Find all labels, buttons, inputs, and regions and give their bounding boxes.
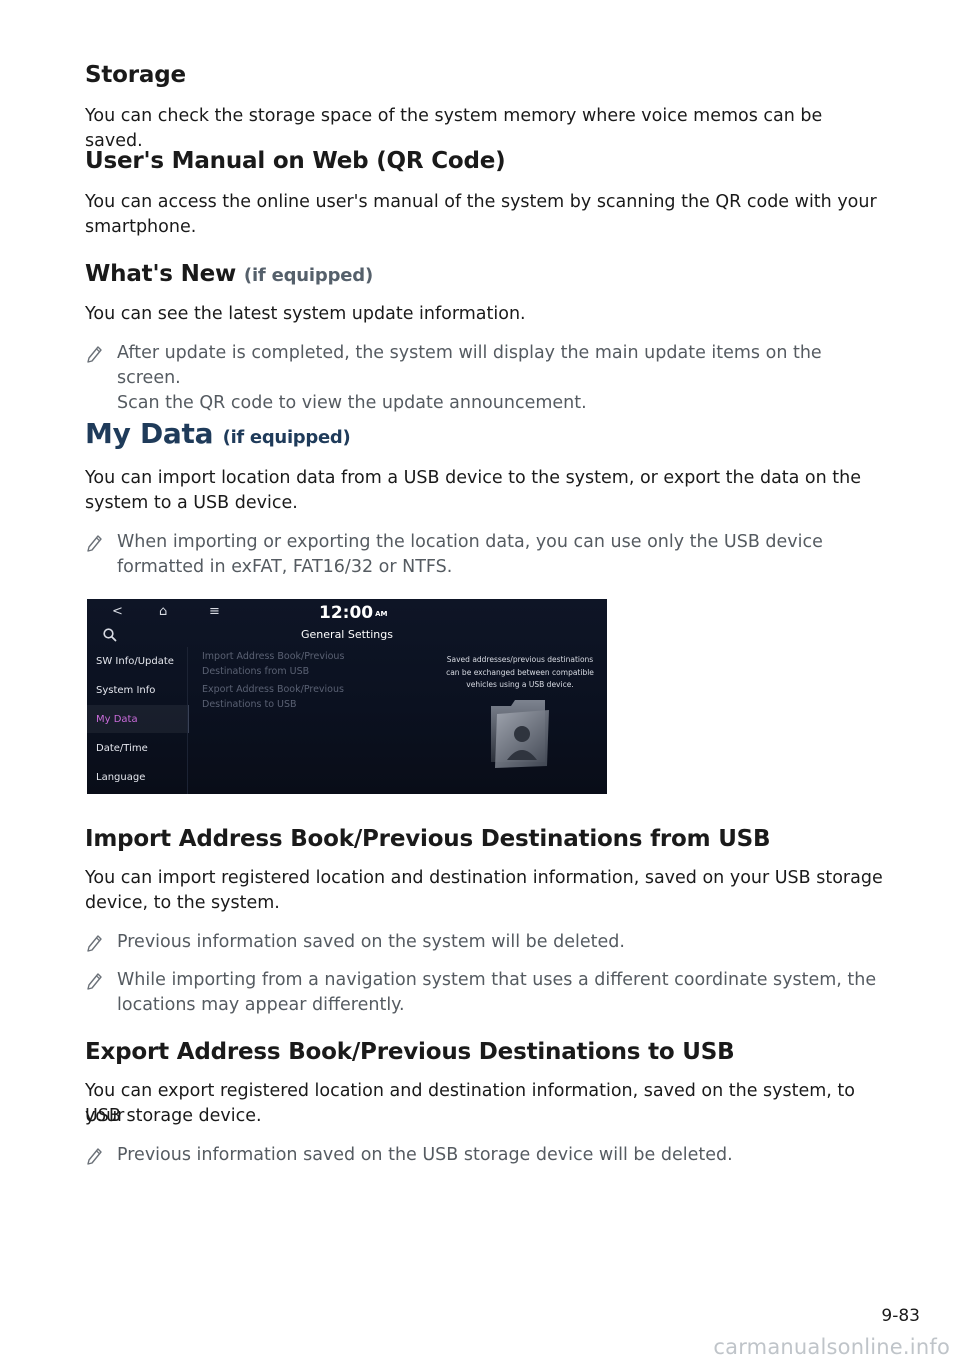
menu-import-usb[interactable]: Import Address Book/Previous Destination…: [202, 649, 344, 679]
sidebar-item-system-info[interactable]: System Info: [96, 685, 155, 696]
info-line3: vehicles using a USB device.: [466, 680, 574, 689]
pencil-note-icon: [87, 935, 102, 952]
export-usb-body-line2: USB storage device.: [85, 1106, 262, 1126]
home-icon[interactable]: ⌂: [159, 604, 167, 619]
my-data-body-line2: system to a USB device.: [85, 493, 298, 513]
export-usb-note-1-text: Previous information saved on the USB st…: [117, 1145, 733, 1165]
sidebar-divider: [187, 647, 188, 794]
whats-new-note: After update is completed, the system wi…: [85, 341, 885, 416]
whats-new-note-line2: Scan the QR code to view the update anno…: [117, 393, 587, 413]
pencil-note-icon: [87, 535, 102, 552]
my-data-heading: My Data (if equipped): [85, 417, 885, 450]
back-icon[interactable]: <: [112, 604, 123, 619]
import-usb-note-1-text: Previous information saved on the system…: [117, 932, 625, 952]
pencil-note-icon: [87, 973, 102, 990]
menu-export-line2: Destinations to USB: [202, 699, 297, 710]
menu-export-line1: Export Address Book/Previous: [202, 684, 344, 695]
info-text: Saved addresses/previous destinations ca…: [434, 654, 606, 692]
screen-top-bar: < ⌂ ≡ 12:00 AM General Settings: [87, 599, 607, 647]
manual-web-body-line2: smartphone.: [85, 217, 197, 237]
menu-export-usb[interactable]: Export Address Book/Previous Destination…: [202, 682, 344, 712]
whats-new-heading: What's New (if equipped): [85, 261, 885, 287]
manual-web-body-line1: You can access the online user's manual …: [85, 192, 877, 212]
info-line1: Saved addresses/previous destinations: [446, 655, 594, 664]
import-usb-body-line2: device, to the system.: [85, 893, 280, 913]
info-line2: can be exchanged between compatible: [446, 667, 594, 677]
clock-time: 12:00: [319, 603, 374, 623]
sidebar-item-my-data[interactable]: My Data: [96, 714, 138, 725]
menu-icon[interactable]: ≡: [209, 604, 220, 619]
import-usb-note-2-line2: locations may appear differently.: [117, 995, 405, 1015]
whats-new-optional: (if equipped): [243, 265, 373, 286]
my-data-note: When importing or exporting the location…: [85, 530, 885, 580]
sidebar-item-sw-info[interactable]: SW Info/Update: [96, 656, 174, 667]
menu-import-line1: Import Address Book/Previous: [202, 651, 345, 662]
page-number: 9-83: [881, 1306, 920, 1326]
my-data-body-line1: You can import location data from a USB …: [85, 468, 862, 488]
folder-user-icon: [491, 700, 549, 768]
export-usb-note-1: Previous information saved on the USB st…: [85, 1143, 885, 1168]
import-usb-note-1: Previous information saved on the system…: [85, 930, 885, 955]
sidebar-item-language[interactable]: Language: [96, 772, 145, 783]
export-usb-heading: Export Address Book/Previous Destination…: [85, 1039, 735, 1065]
my-data-note-line2: formatted in exFAT, FAT16/32 or NTFS.: [117, 557, 453, 577]
import-usb-body-line1: You can import registered location and d…: [85, 868, 883, 888]
storage-body: You can check the storage space of the s…: [85, 106, 823, 151]
screen-title: General Settings: [301, 628, 393, 641]
watermark: carmanualsonline.info: [713, 1335, 950, 1359]
my-data-title: My Data: [85, 417, 214, 450]
my-data-optional: (if equipped): [222, 427, 351, 448]
settings-sidebar: SW Info/Update System Info My Data Date/…: [87, 647, 189, 794]
pencil-note-icon: [87, 1148, 102, 1165]
import-usb-note-2-line1: While importing from a navigation system…: [117, 970, 877, 990]
manual-web-heading: User's Manual on Web (QR Code): [85, 148, 506, 174]
whats-new-note-line1: After update is completed, the system wi…: [117, 343, 822, 388]
sidebar-item-date-time[interactable]: Date/Time: [96, 743, 148, 754]
pencil-note-icon: [87, 346, 102, 363]
my-data-note-line1: When importing or exporting the location…: [117, 532, 823, 552]
settings-screenshot: < ⌂ ≡ 12:00 AM General Settings SW Info/U…: [87, 599, 607, 794]
menu-import-line2: Destinations from USB: [202, 666, 310, 677]
clock-ampm: AM: [375, 610, 388, 618]
whats-new-title: What's New: [85, 261, 237, 287]
import-usb-heading: Import Address Book/Previous Destination…: [85, 826, 771, 852]
import-usb-note-2: While importing from a navigation system…: [85, 968, 885, 1018]
whats-new-body: You can see the latest system update inf…: [85, 304, 526, 324]
clock: 12:00 AM: [319, 603, 388, 623]
storage-heading: Storage: [85, 62, 186, 88]
